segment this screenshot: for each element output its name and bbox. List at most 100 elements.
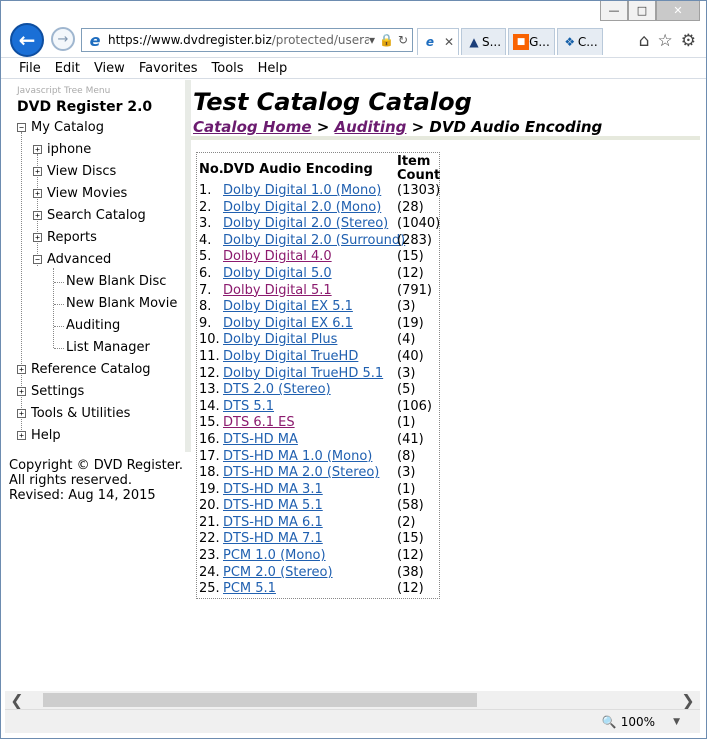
tree-item-search-catalog[interactable]: + Search Catalog xyxy=(33,208,146,223)
encoding-link[interactable]: Dolby Digital TrueHD 5.1 xyxy=(223,366,383,381)
tree-item-my-catalog[interactable]: − My Catalog xyxy=(17,120,104,135)
close-icon[interactable]: ✕ xyxy=(656,1,700,21)
table-row: 13. DTS 2.0 (Stereo) (5) xyxy=(197,382,439,399)
table-row: 20. DTS-HD MA 5.1 (58) xyxy=(197,498,439,515)
encoding-link[interactable]: DTS-HD MA 7.1 xyxy=(223,531,323,546)
encoding-link[interactable]: DTS-HD MA xyxy=(223,432,298,447)
encoding-link[interactable]: DTS 6.1 ES xyxy=(223,415,295,430)
menu-view[interactable]: View xyxy=(94,61,125,76)
encoding-link[interactable]: PCM 1.0 (Mono) xyxy=(223,548,326,563)
maximize-icon[interactable]: □ xyxy=(628,1,656,21)
tree-item-new-blank-disc[interactable]: New Blank Disc xyxy=(66,274,166,289)
row-number: 13. xyxy=(199,382,220,398)
menu-help[interactable]: Help xyxy=(258,61,288,76)
collapse-icon[interactable]: − xyxy=(33,255,42,264)
tab-2[interactable]: ▲ S... xyxy=(461,28,507,55)
tab-3[interactable]: ■ G... xyxy=(508,28,555,55)
copyright-footer: Copyright © DVD Register. All rights res… xyxy=(9,458,183,503)
row-number: 18. xyxy=(199,465,220,481)
menu-edit[interactable]: Edit xyxy=(55,61,80,76)
tree-menu: Javascript Tree Menu DVD Register 2.0 − M… xyxy=(5,80,185,452)
expand-icon[interactable]: + xyxy=(17,409,26,418)
tree-item-reports[interactable]: + Reports xyxy=(33,230,97,245)
encoding-link[interactable]: Dolby Digital 2.0 (Stereo) xyxy=(223,216,388,231)
search-dropdown-icon[interactable]: ▾ xyxy=(369,33,375,47)
breadcrumb-auditing[interactable]: Auditing xyxy=(335,118,407,136)
expand-icon[interactable]: + xyxy=(17,387,26,396)
tree-item-view-movies[interactable]: + View Movies xyxy=(33,186,127,201)
collapse-icon[interactable]: − xyxy=(17,123,26,132)
encoding-link[interactable]: Dolby Digital Plus xyxy=(223,332,337,347)
menu-tools[interactable]: Tools xyxy=(212,61,244,76)
tree-item-advanced[interactable]: − Advanced xyxy=(33,252,111,267)
tree-label: View Discs xyxy=(47,164,117,179)
url-text[interactable]: https://www.dvdregister.biz/protected/us… xyxy=(108,33,369,47)
encoding-link[interactable]: Dolby Digital EX 6.1 xyxy=(223,316,353,331)
encoding-link[interactable]: DTS-HD MA 1.0 (Mono) xyxy=(223,449,372,464)
tree-item-auditing[interactable]: Auditing xyxy=(66,318,120,333)
tree-item-help[interactable]: + Help xyxy=(17,428,61,443)
forward-arrow-icon[interactable]: → xyxy=(51,27,75,51)
scroll-left-icon[interactable]: ❮ xyxy=(5,691,29,710)
breadcrumb-separator: > xyxy=(311,118,335,136)
home-icon[interactable]: ⌂ xyxy=(639,31,650,51)
gear-icon[interactable]: ⚙ xyxy=(681,31,696,51)
encoding-link[interactable]: PCM 2.0 (Stereo) xyxy=(223,565,333,580)
row-number: 3. xyxy=(199,216,212,232)
encoding-link[interactable]: DTS-HD MA 2.0 (Stereo) xyxy=(223,465,379,480)
header-divider xyxy=(191,136,700,140)
address-bar[interactable]: e https://www.dvdregister.biz/protected/… xyxy=(81,28,413,52)
encoding-link[interactable]: PCM 5.1 xyxy=(223,581,276,596)
encoding-link[interactable]: DTS-HD MA 6.1 xyxy=(223,515,323,530)
expand-icon[interactable]: + xyxy=(33,167,42,176)
item-count: (8) xyxy=(397,448,416,464)
encoding-link[interactable]: Dolby Digital 4.0 xyxy=(223,249,332,264)
encoding-link[interactable]: Dolby Digital 2.0 (Mono) xyxy=(223,200,381,215)
encoding-link[interactable]: Dolby Digital 2.0 (Surround) xyxy=(223,233,405,248)
ie-page-icon: e xyxy=(89,30,101,50)
encoding-link[interactable]: Dolby Digital 1.0 (Mono) xyxy=(223,183,381,198)
encoding-link[interactable]: DTS 2.0 (Stereo) xyxy=(223,382,331,397)
menu-favorites[interactable]: Favorites xyxy=(139,61,198,76)
expand-icon[interactable]: + xyxy=(33,189,42,198)
refresh-icon[interactable]: ↻ xyxy=(398,33,408,47)
favorites-star-icon[interactable]: ☆ xyxy=(658,31,673,51)
encoding-table: No. DVD Audio Encoding Item Count 1. Dolby… xyxy=(196,152,440,599)
zoom-icon[interactable]: 🔍 xyxy=(602,715,617,729)
zoom-dropdown-icon[interactable]: ▼ xyxy=(673,717,680,727)
lock-icon[interactable]: 🔒 xyxy=(379,33,394,47)
tree-item-new-blank-movie[interactable]: New Blank Movie xyxy=(66,296,177,311)
encoding-link[interactable]: Dolby Digital 5.1 xyxy=(223,283,332,298)
zoom-level[interactable]: 100% xyxy=(621,715,655,729)
tree-item-reference-catalog[interactable]: + Reference Catalog xyxy=(17,362,151,377)
expand-icon[interactable]: + xyxy=(17,365,26,374)
tree-item-settings[interactable]: + Settings xyxy=(17,384,84,399)
encoding-link[interactable]: Dolby Digital EX 5.1 xyxy=(223,299,353,314)
horizontal-scrollbar[interactable]: ❮ ❯ xyxy=(5,691,700,710)
tree-item-tools-utilities[interactable]: + Tools & Utilities xyxy=(17,406,130,421)
expand-icon[interactable]: + xyxy=(33,233,42,242)
tab-4[interactable]: ❖ C... xyxy=(556,28,603,55)
encoding-link[interactable]: DTS-HD MA 5.1 xyxy=(223,498,323,513)
menu-file[interactable]: File xyxy=(19,61,41,76)
scroll-right-icon[interactable]: ❯ xyxy=(676,691,700,710)
tab-close-icon[interactable]: ✕ xyxy=(444,35,454,49)
encoding-link[interactable]: Dolby Digital 5.0 xyxy=(223,266,332,281)
minimize-icon[interactable]: — xyxy=(600,1,628,21)
tab-active[interactable]: e ✕ xyxy=(417,28,459,55)
breadcrumb-catalog-home[interactable]: Catalog Home xyxy=(193,118,312,136)
back-arrow-icon[interactable]: ← xyxy=(10,23,44,57)
expand-icon[interactable]: + xyxy=(33,211,42,220)
row-number: 25. xyxy=(199,581,220,597)
expand-icon[interactable]: + xyxy=(17,431,26,440)
browser-toolbar-icons: ⌂ ☆ ⚙ xyxy=(639,31,696,51)
tree-item-iphone[interactable]: + iphone xyxy=(33,142,91,157)
encoding-link[interactable]: Dolby Digital TrueHD xyxy=(223,349,358,364)
tree-item-view-discs[interactable]: + View Discs xyxy=(33,164,116,179)
row-number: 15. xyxy=(199,415,220,431)
scroll-thumb[interactable] xyxy=(43,693,477,707)
expand-icon[interactable]: + xyxy=(33,145,42,154)
encoding-link[interactable]: DTS-HD MA 3.1 xyxy=(223,482,323,497)
tree-item-list-manager[interactable]: List Manager xyxy=(66,340,150,355)
encoding-link[interactable]: DTS 5.1 xyxy=(223,399,274,414)
